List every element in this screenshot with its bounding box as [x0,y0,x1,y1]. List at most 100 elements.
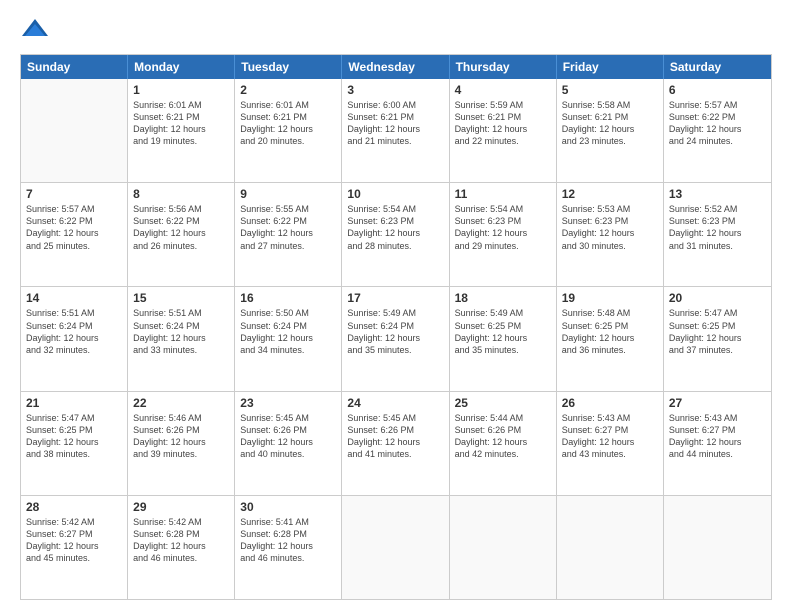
day-number: 15 [133,291,229,305]
day-info: Sunrise: 5:47 AM Sunset: 6:25 PM Dayligh… [26,412,122,461]
day-info: Sunrise: 5:54 AM Sunset: 6:23 PM Dayligh… [455,203,551,252]
day-info: Sunrise: 6:01 AM Sunset: 6:21 PM Dayligh… [133,99,229,148]
header-day-wednesday: Wednesday [342,55,449,79]
day-cell-26: 26 Sunrise: 5:43 AM Sunset: 6:27 PM Dayli… [557,392,664,495]
empty-cell-0-0 [21,79,128,182]
day-info: Sunrise: 6:00 AM Sunset: 6:21 PM Dayligh… [347,99,443,148]
header-day-friday: Friday [557,55,664,79]
empty-cell-4-4 [450,496,557,599]
day-info: Sunrise: 5:43 AM Sunset: 6:27 PM Dayligh… [562,412,658,461]
day-number: 28 [26,500,122,514]
logo [20,16,54,46]
day-cell-24: 24Sunrise: 5:45 AM Sunset: 6:26 PM Dayli… [342,392,449,495]
day-cell-28: 28 Sunrise: 5:42 AM Sunset: 6:27 PM Dayli… [21,496,128,599]
day-number: 23 [240,396,336,410]
day-info: Sunrise: 5:51 AM Sunset: 6:24 PM Dayligh… [26,307,122,356]
day-cell-17: 17 Sunrise: 5:49 AM Sunset: 6:24 PM Dayli… [342,287,449,390]
calendar-body: 1 Sunrise: 6:01 AM Sunset: 6:21 PM Daylig… [21,79,771,599]
day-info: Sunrise: 5:57 AM Sunset: 6:22 PM Dayligh… [26,203,122,252]
calendar-row-3: 21Sunrise: 5:47 AM Sunset: 6:25 PM Dayli… [21,391,771,495]
day-info: Sunrise: 5:54 AM Sunset: 6:23 PM Dayligh… [347,203,443,252]
day-info: Sunrise: 5:55 AM Sunset: 6:22 PM Dayligh… [240,203,336,252]
logo-icon [20,16,50,46]
calendar-row-4: 28 Sunrise: 5:42 AM Sunset: 6:27 PM Dayli… [21,495,771,599]
day-number: 24 [347,396,443,410]
day-cell-3: 3 Sunrise: 6:00 AM Sunset: 6:21 PM Daylig… [342,79,449,182]
day-cell-16: 16 Sunrise: 5:50 AM Sunset: 6:24 PM Dayli… [235,287,342,390]
day-cell-12: 12 Sunrise: 5:53 AM Sunset: 6:23 PM Dayli… [557,183,664,286]
day-info: Sunrise: 5:47 AM Sunset: 6:25 PM Dayligh… [669,307,766,356]
day-number: 18 [455,291,551,305]
day-number: 29 [133,500,229,514]
day-number: 17 [347,291,443,305]
day-info: Sunrise: 5:59 AM Sunset: 6:21 PM Dayligh… [455,99,551,148]
day-cell-22: 22 Sunrise: 5:46 AM Sunset: 6:26 PM Dayli… [128,392,235,495]
header-day-saturday: Saturday [664,55,771,79]
day-info: Sunrise: 5:46 AM Sunset: 6:26 PM Dayligh… [133,412,229,461]
day-number: 26 [562,396,658,410]
day-info: Sunrise: 5:49 AM Sunset: 6:24 PM Dayligh… [347,307,443,356]
day-info: Sunrise: 5:56 AM Sunset: 6:22 PM Dayligh… [133,203,229,252]
day-cell-29: 29Sunrise: 5:42 AM Sunset: 6:28 PM Dayli… [128,496,235,599]
header-day-thursday: Thursday [450,55,557,79]
calendar-row-1: 7 Sunrise: 5:57 AM Sunset: 6:22 PM Daylig… [21,182,771,286]
day-number: 10 [347,187,443,201]
day-number: 6 [669,83,766,97]
day-cell-4: 4 Sunrise: 5:59 AM Sunset: 6:21 PM Daylig… [450,79,557,182]
day-cell-11: 11 Sunrise: 5:54 AM Sunset: 6:23 PM Dayli… [450,183,557,286]
day-cell-23: 23Sunrise: 5:45 AM Sunset: 6:26 PM Dayli… [235,392,342,495]
day-info: Sunrise: 5:42 AM Sunset: 6:27 PM Dayligh… [26,516,122,565]
day-number: 11 [455,187,551,201]
day-info: Sunrise: 5:43 AM Sunset: 6:27 PM Dayligh… [669,412,766,461]
day-number: 4 [455,83,551,97]
day-number: 25 [455,396,551,410]
day-number: 30 [240,500,336,514]
day-number: 27 [669,396,766,410]
day-number: 13 [669,187,766,201]
day-number: 20 [669,291,766,305]
day-cell-1: 1 Sunrise: 6:01 AM Sunset: 6:21 PM Daylig… [128,79,235,182]
calendar-row-2: 14 Sunrise: 5:51 AM Sunset: 6:24 PM Dayli… [21,286,771,390]
page: SundayMondayTuesdayWednesdayThursdayFrid… [0,0,792,612]
day-info: Sunrise: 5:48 AM Sunset: 6:25 PM Dayligh… [562,307,658,356]
day-cell-18: 18 Sunrise: 5:49 AM Sunset: 6:25 PM Dayli… [450,287,557,390]
day-cell-27: 27 Sunrise: 5:43 AM Sunset: 6:27 PM Dayli… [664,392,771,495]
day-info: Sunrise: 5:49 AM Sunset: 6:25 PM Dayligh… [455,307,551,356]
day-cell-21: 21Sunrise: 5:47 AM Sunset: 6:25 PM Dayli… [21,392,128,495]
day-cell-10: 10 Sunrise: 5:54 AM Sunset: 6:23 PM Dayli… [342,183,449,286]
day-number: 22 [133,396,229,410]
empty-cell-4-5 [557,496,664,599]
header [20,16,772,46]
day-cell-14: 14 Sunrise: 5:51 AM Sunset: 6:24 PM Dayli… [21,287,128,390]
day-cell-20: 20 Sunrise: 5:47 AM Sunset: 6:25 PM Dayli… [664,287,771,390]
day-number: 16 [240,291,336,305]
day-info: Sunrise: 5:41 AM Sunset: 6:28 PM Dayligh… [240,516,336,565]
header-day-tuesday: Tuesday [235,55,342,79]
day-number: 8 [133,187,229,201]
day-number: 1 [133,83,229,97]
day-number: 3 [347,83,443,97]
day-cell-9: 9 Sunrise: 5:55 AM Sunset: 6:22 PM Daylig… [235,183,342,286]
day-cell-25: 25Sunrise: 5:44 AM Sunset: 6:26 PM Dayli… [450,392,557,495]
day-cell-15: 15Sunrise: 5:51 AM Sunset: 6:24 PM Dayli… [128,287,235,390]
day-number: 12 [562,187,658,201]
day-number: 14 [26,291,122,305]
day-info: Sunrise: 5:50 AM Sunset: 6:24 PM Dayligh… [240,307,336,356]
day-cell-7: 7 Sunrise: 5:57 AM Sunset: 6:22 PM Daylig… [21,183,128,286]
day-cell-19: 19 Sunrise: 5:48 AM Sunset: 6:25 PM Dayli… [557,287,664,390]
day-info: Sunrise: 6:01 AM Sunset: 6:21 PM Dayligh… [240,99,336,148]
day-number: 9 [240,187,336,201]
day-number: 7 [26,187,122,201]
day-cell-13: 13 Sunrise: 5:52 AM Sunset: 6:23 PM Dayli… [664,183,771,286]
day-info: Sunrise: 5:52 AM Sunset: 6:23 PM Dayligh… [669,203,766,252]
day-cell-8: 8 Sunrise: 5:56 AM Sunset: 6:22 PM Daylig… [128,183,235,286]
day-info: Sunrise: 5:53 AM Sunset: 6:23 PM Dayligh… [562,203,658,252]
day-number: 2 [240,83,336,97]
day-cell-5: 5Sunrise: 5:58 AM Sunset: 6:21 PM Daylig… [557,79,664,182]
day-cell-2: 2 Sunrise: 6:01 AM Sunset: 6:21 PM Daylig… [235,79,342,182]
day-number: 5 [562,83,658,97]
day-number: 19 [562,291,658,305]
calendar-row-0: 1 Sunrise: 6:01 AM Sunset: 6:21 PM Daylig… [21,79,771,182]
header-day-sunday: Sunday [21,55,128,79]
header-day-monday: Monday [128,55,235,79]
